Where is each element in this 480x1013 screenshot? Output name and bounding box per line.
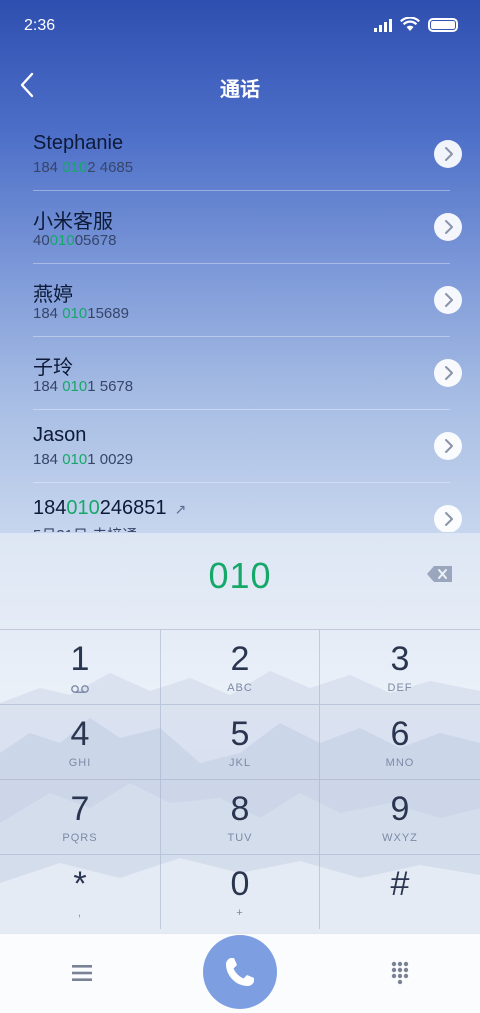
dial-display: 010	[0, 533, 480, 629]
contact-name: 小米客服	[33, 211, 113, 233]
key-star[interactable]: * ,	[0, 854, 160, 929]
result-row-xiaomi-service[interactable]: 小米客服 4001005678	[0, 191, 480, 264]
contact-number: 184 0101 5678	[33, 378, 134, 395]
bottom-bar	[0, 933, 480, 1013]
key-8[interactable]: 8 TUV	[160, 779, 320, 854]
dialed-number[interactable]: 010	[0, 555, 480, 597]
call-log-number: 184010246851 ↗	[33, 497, 187, 519]
status-icons	[374, 17, 458, 32]
key-6[interactable]: 6 MNO	[320, 704, 480, 779]
status-time: 2:36	[24, 17, 56, 34]
phone-dialer-screen: 2:36 通话 Stephanie 184 0102 4685 小米客服 400…	[0, 0, 480, 1013]
contact-name: 燕婷	[33, 284, 73, 306]
key-5[interactable]: 5 JKL	[160, 704, 320, 779]
chevron-right-icon[interactable]	[434, 213, 462, 241]
battery-icon	[428, 17, 458, 32]
call-log-detail: 5月31日 未接通	[33, 524, 137, 532]
key-9[interactable]: 9 WXYZ	[320, 779, 480, 854]
phone-icon	[226, 958, 254, 986]
contact-name: 子玲	[33, 357, 73, 379]
contact-number: 4001005678	[33, 232, 117, 249]
result-row-yanting[interactable]: 燕婷 184 01015689	[0, 264, 480, 337]
key-hash[interactable]: #	[320, 854, 480, 929]
voicemail-icon	[71, 685, 89, 693]
contact-number: 184 01015689	[33, 305, 129, 322]
status-bar: 2:36	[0, 0, 480, 52]
call-button[interactable]	[203, 935, 277, 1009]
search-results-list: Stephanie 184 0102 4685 小米客服 4001005678 …	[0, 118, 480, 532]
chevron-right-icon[interactable]	[434, 359, 462, 387]
result-row-call-log[interactable]: 184010246851↗ 5月31日 未接通	[0, 483, 480, 532]
dial-panel: 010 1 2 ABC 3 DEF 4 GHI 5 JKL 6 MNO 7 PQ…	[0, 533, 480, 933]
keypad: 1 2 ABC 3 DEF 4 GHI 5 JKL 6 MNO 7 PQRS 8…	[0, 629, 480, 931]
key-2[interactable]: 2 ABC	[160, 629, 320, 704]
title-bar: 通话	[0, 60, 480, 110]
chevron-right-icon[interactable]	[434, 505, 462, 532]
key-3[interactable]: 3 DEF	[320, 629, 480, 704]
page-title: 通话	[220, 79, 260, 101]
menu-icon[interactable]	[68, 959, 96, 987]
key-7[interactable]: 7 PQRS	[0, 779, 160, 854]
result-row-ziling[interactable]: 子玲 184 0101 5678	[0, 337, 480, 410]
wifi-icon	[400, 17, 420, 31]
contact-number: 184 0101 0029	[33, 451, 134, 468]
key-0[interactable]: 0 +	[160, 854, 320, 929]
keypad-icon[interactable]	[386, 959, 414, 987]
result-row-jason[interactable]: Jason 184 0101 0029	[0, 410, 480, 483]
contact-name: Jason	[33, 424, 87, 446]
key-4[interactable]: 4 GHI	[0, 704, 160, 779]
chevron-right-icon[interactable]	[434, 286, 462, 314]
contact-number: 184 0102 4685	[33, 159, 134, 176]
backspace-icon[interactable]	[426, 563, 454, 585]
outgoing-call-icon: ↗	[174, 501, 187, 517]
chevron-right-icon[interactable]	[434, 432, 462, 460]
result-row-stephanie[interactable]: Stephanie 184 0102 4685	[0, 118, 480, 191]
chevron-right-icon[interactable]	[434, 140, 462, 168]
key-1[interactable]: 1	[0, 629, 160, 704]
divider	[0, 933, 480, 934]
contact-name: Stephanie	[33, 132, 124, 154]
signal-icon	[374, 18, 392, 32]
